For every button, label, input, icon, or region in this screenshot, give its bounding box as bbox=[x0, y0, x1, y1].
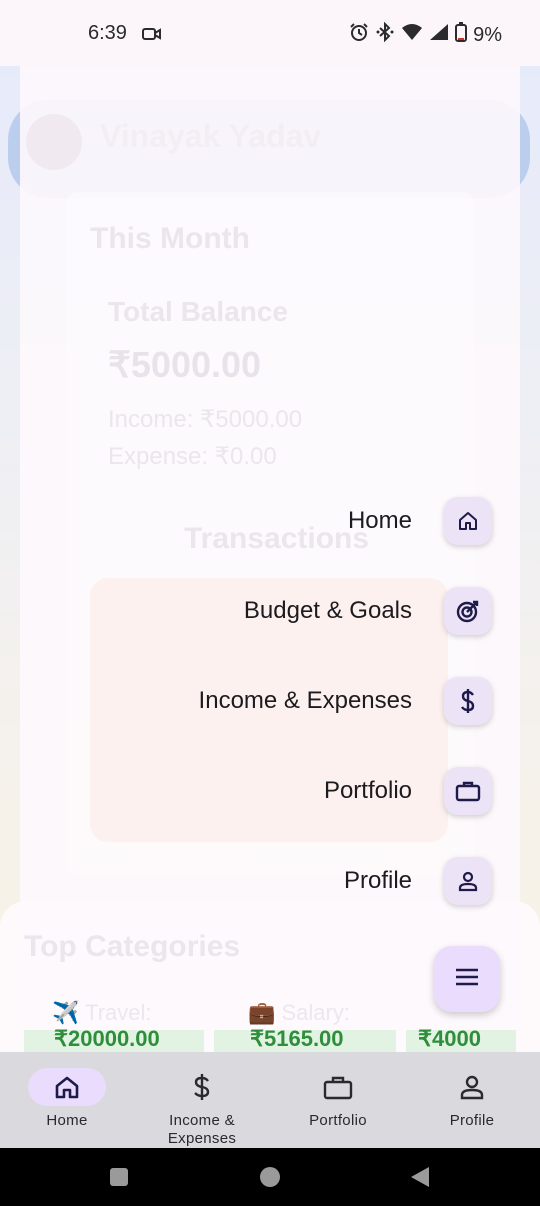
menu-item-label: Home bbox=[347, 507, 412, 534]
menu-item-income-expenses[interactable]: Income & Expenses bbox=[199, 675, 492, 727]
briefcase-icon[interactable] bbox=[444, 767, 492, 815]
dollar-icon[interactable] bbox=[444, 677, 492, 725]
menu-item-label: Income & Expenses bbox=[198, 687, 412, 714]
home-icon bbox=[28, 1068, 106, 1106]
status-icons: 9% bbox=[349, 21, 502, 48]
bottom-navigation: Home Income & Expenses Portfolio Profile bbox=[0, 1052, 540, 1148]
nav-item-profile[interactable]: Profile bbox=[432, 1052, 512, 1148]
category-label: 💼 Salary: bbox=[248, 1000, 350, 1025]
expense-text: Expense: ₹0.00 bbox=[108, 443, 277, 470]
nav-label: Profile bbox=[449, 1112, 495, 1129]
recents-icon[interactable] bbox=[110, 1168, 128, 1191]
person-icon bbox=[433, 1068, 511, 1106]
briefcase-icon bbox=[299, 1068, 377, 1106]
video-icon bbox=[142, 26, 162, 47]
income-text: Income: ₹5000.00 bbox=[108, 406, 303, 433]
total-balance-value: ₹5000.00 bbox=[108, 344, 262, 385]
home-button-icon[interactable] bbox=[259, 1166, 281, 1193]
menu-item-label: Profile bbox=[343, 867, 412, 894]
category-amount: ₹20000.00 bbox=[54, 1026, 160, 1051]
menu-item-label: Portfolio bbox=[323, 777, 412, 804]
menu-item-portfolio[interactable]: Portfolio bbox=[324, 765, 492, 817]
category-label: ✈️ Travel: bbox=[52, 1000, 152, 1025]
bluetooth-icon bbox=[375, 21, 395, 48]
battery-icon bbox=[455, 22, 468, 48]
total-balance-label: Total Balance bbox=[108, 296, 288, 327]
status-bar: 6:39 9% bbox=[0, 0, 540, 66]
nav-item-home[interactable]: Home bbox=[27, 1052, 107, 1148]
signal-icon bbox=[429, 23, 449, 47]
user-name: Vinayak Yadav bbox=[100, 118, 322, 154]
nav-label: Income & Expenses bbox=[167, 1112, 237, 1147]
nav-label: Portfolio bbox=[309, 1112, 367, 1129]
this-month-title: This Month bbox=[90, 222, 250, 255]
home-icon[interactable] bbox=[444, 497, 492, 545]
status-time: 6:39 bbox=[88, 22, 127, 44]
person-icon[interactable] bbox=[444, 857, 492, 905]
battery-percent: 9% bbox=[473, 23, 502, 46]
nav-label: Home bbox=[46, 1112, 88, 1129]
wifi-icon bbox=[401, 23, 423, 47]
menu-item-home[interactable]: Home bbox=[348, 495, 492, 547]
menu-item-label: Budget & Goals bbox=[243, 597, 412, 624]
menu-item-budget-goals[interactable]: Budget & Goals bbox=[244, 585, 492, 637]
system-navigation-bar bbox=[0, 1148, 540, 1206]
menu-item-profile[interactable]: Profile bbox=[344, 855, 492, 907]
nav-item-income-expenses[interactable]: Income & Expenses bbox=[152, 1052, 252, 1148]
back-icon[interactable] bbox=[410, 1166, 430, 1193]
menu-icon bbox=[454, 967, 480, 992]
avatar bbox=[26, 114, 82, 170]
category-amount: ₹4000 bbox=[418, 1026, 481, 1051]
category-amount: ₹5165.00 bbox=[250, 1026, 344, 1051]
alarm-icon bbox=[349, 22, 369, 48]
nav-item-portfolio[interactable]: Portfolio bbox=[298, 1052, 378, 1148]
transactions-title: Transactions bbox=[184, 522, 370, 555]
menu-fab-button[interactable] bbox=[434, 946, 500, 1012]
top-categories-title: Top Categories bbox=[24, 930, 241, 963]
dollar-icon bbox=[163, 1068, 241, 1106]
target-icon[interactable] bbox=[444, 587, 492, 635]
